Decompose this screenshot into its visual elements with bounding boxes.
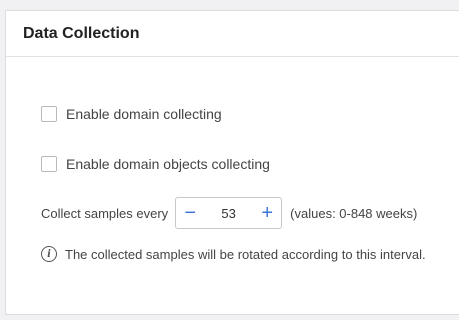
data-collection-card: Data Collection Enable domain collecting… [5,10,459,315]
card-title: Data Collection [23,24,140,42]
sample-interval-hint: (values: 0-848 weeks) [290,205,418,221]
domain-collecting-label: Enable domain collecting [66,106,222,122]
sample-interval-value[interactable]: 53 [204,206,253,221]
sample-interval-stepper[interactable]: − 53 + [175,197,283,229]
domain-collecting-checkbox[interactable] [41,106,57,122]
rotation-info-text: The collected samples will be rotated ac… [65,246,426,262]
decrement-button[interactable]: − [176,198,204,228]
domain-objects-collecting-option[interactable]: Enable domain objects collecting [41,156,270,172]
sample-interval-row: Collect samples every − 53 + (values: 0-… [41,197,417,229]
card-header: Data Collection [6,11,459,57]
domain-collecting-option[interactable]: Enable domain collecting [41,106,222,122]
domain-objects-collecting-label: Enable domain objects collecting [66,156,270,172]
sample-interval-label: Collect samples every [41,205,169,221]
rotation-info: i The collected samples will be rotated … [41,246,426,262]
increment-button[interactable]: + [253,198,281,228]
domain-objects-collecting-checkbox[interactable] [41,156,57,172]
info-icon: i [41,246,57,262]
